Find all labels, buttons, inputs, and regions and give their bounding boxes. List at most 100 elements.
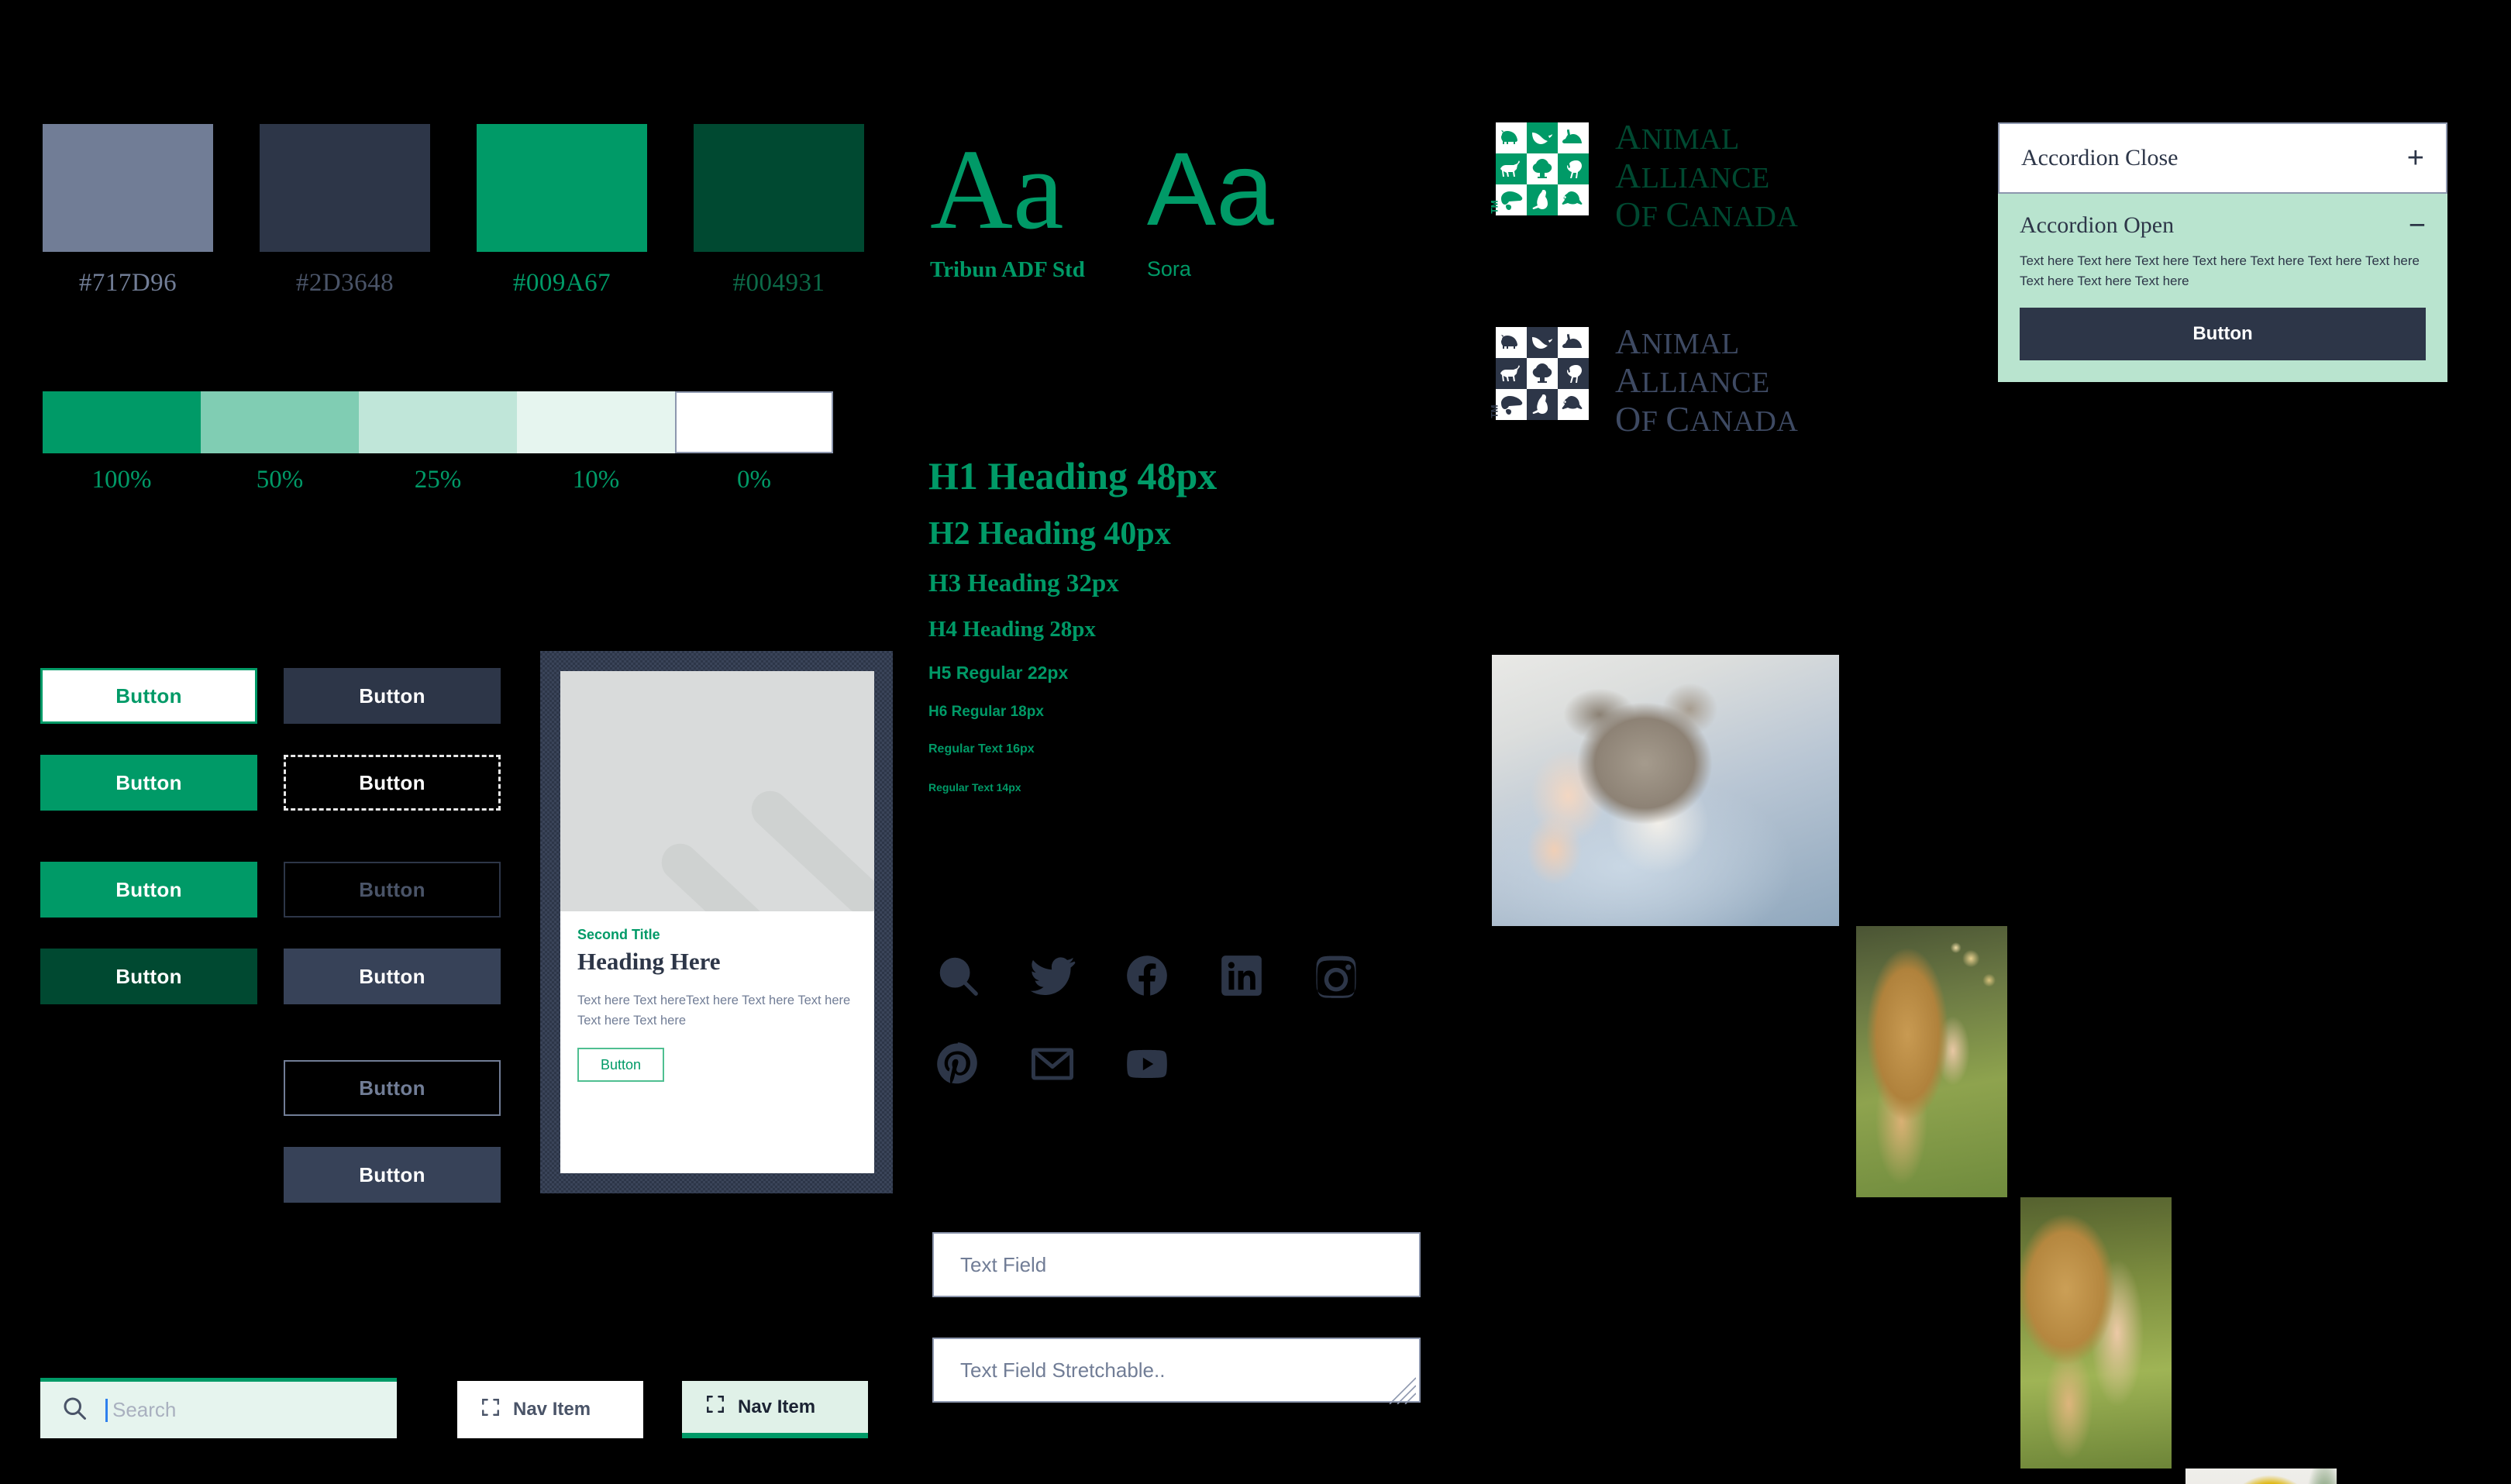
minus-icon[interactable]: − bbox=[2409, 211, 2426, 240]
card-image-placeholder bbox=[560, 671, 874, 911]
email-icon[interactable] bbox=[1028, 1040, 1123, 1092]
card-button[interactable]: Button bbox=[577, 1048, 664, 1083]
button-column-secondary-3: Button Button bbox=[284, 1060, 501, 1203]
swatch-hex-label: #004931 bbox=[732, 269, 825, 297]
specimen-font-name: Tribun ADF Std bbox=[930, 257, 1085, 282]
tint-label: 0% bbox=[737, 466, 771, 494]
logo-trademark: TM bbox=[1489, 200, 1500, 214]
card-heading: Heading Here bbox=[577, 948, 721, 975]
type-scale-h2: H2 Heading 40px bbox=[928, 516, 1171, 552]
logo-cell-rabbit bbox=[1558, 327, 1589, 358]
button-outline-green[interactable]: Button bbox=[40, 668, 257, 724]
button-filled-dark-green[interactable]: Button bbox=[40, 949, 257, 1004]
search-icon[interactable] bbox=[934, 952, 1028, 1004]
button-column-primary-2: Button Button bbox=[40, 862, 257, 1004]
accordion-button[interactable]: Button bbox=[2020, 307, 2426, 360]
tint-label: 25% bbox=[414, 466, 462, 494]
type-scale-regular-16: Regular Text 16px bbox=[928, 742, 1035, 756]
logo-navy: TM ANIMAL ALLIANCE OF CANADA bbox=[1490, 324, 1798, 437]
swatch: #004931 bbox=[694, 124, 864, 298]
button-filled-green[interactable]: Button bbox=[40, 755, 257, 811]
bracket-frame-icon bbox=[480, 1397, 501, 1423]
specimen-glyphs: Aa bbox=[1146, 132, 1274, 247]
text-field-placeholder: Text Field bbox=[960, 1252, 1047, 1276]
logo-cell-rat bbox=[1527, 389, 1558, 420]
swatch: #717D96 bbox=[43, 124, 213, 298]
button-filled-navy-2[interactable]: Button bbox=[284, 949, 501, 1004]
twitter-icon[interactable] bbox=[1028, 952, 1123, 1004]
icon-set bbox=[934, 934, 1407, 1107]
facebook-icon[interactable] bbox=[1123, 952, 1218, 1004]
tint-ramp-bar bbox=[43, 391, 833, 453]
gallery-photo-cat bbox=[1492, 655, 1839, 926]
logo-cell-tree bbox=[1527, 153, 1558, 184]
tint-cell bbox=[517, 391, 675, 453]
tint-label: 100% bbox=[91, 466, 152, 494]
gallery-photo-dog-paw-shake-2 bbox=[2020, 1197, 2172, 1469]
instagram-icon[interactable] bbox=[1312, 952, 1407, 1004]
logo-cell-goose bbox=[1527, 122, 1558, 153]
button-column-secondary: Button Button bbox=[284, 668, 501, 811]
swatch-hex-label: #009A67 bbox=[512, 269, 611, 297]
resize-handle-icon[interactable] bbox=[1385, 1376, 1416, 1404]
search-field[interactable]: Search bbox=[40, 1378, 397, 1438]
logo-green: TM ANIMAL ALLIANCE OF CANADA bbox=[1490, 117, 1799, 234]
type-scale-h6: H6 Regular 18px bbox=[928, 704, 1044, 720]
tint-cell bbox=[201, 391, 359, 453]
nav-item-default[interactable]: Nav Item bbox=[457, 1381, 643, 1438]
logo-line-3: OF CANADA bbox=[1615, 195, 1799, 234]
accordion: Accordion Close + Accordion Open − Text … bbox=[1998, 122, 2447, 382]
logo-line-1: ANIMAL bbox=[1615, 117, 1740, 157]
logo-line-3: OF CANADA bbox=[1615, 399, 1799, 439]
nav-item-label: Nav Item bbox=[513, 1399, 591, 1420]
type-scale-h3: H3 Heading 32px bbox=[928, 570, 1119, 597]
type-scale-h5: H5 Regular 22px bbox=[928, 663, 1069, 683]
font-specimen-sans: Aa Sora bbox=[1146, 132, 1274, 281]
button-filled-green-hover[interactable]: Button bbox=[40, 862, 257, 918]
card-eyebrow: Second Title bbox=[577, 927, 660, 942]
type-scale-h1: H1 Heading 48px bbox=[928, 454, 1218, 498]
content-card[interactable]: Second Title Heading Here Text here Text… bbox=[540, 651, 893, 1193]
logo-mark bbox=[1496, 327, 1589, 420]
button-dashed-outline[interactable]: Button bbox=[284, 755, 501, 811]
accordion-item-open[interactable]: Accordion Open − Text here Text here Tex… bbox=[1998, 194, 2447, 382]
button-filled-navy-3[interactable]: Button bbox=[284, 1147, 501, 1203]
accordion-open-header[interactable]: Accordion Open − bbox=[2020, 211, 2426, 240]
type-scale: H1 Heading 48px H2 Heading 40px H3 Headi… bbox=[928, 453, 1217, 794]
accordion-item-closed[interactable]: Accordion Close + bbox=[1998, 122, 2447, 194]
button-filled-navy[interactable]: Button bbox=[284, 668, 501, 724]
logo-cell-pig bbox=[1496, 122, 1527, 153]
color-palette: #717D96 #2D3648 #009A67 #004931 bbox=[43, 124, 864, 298]
nav-item-label: Nav Item bbox=[738, 1396, 816, 1417]
swatch-chip bbox=[477, 124, 647, 252]
logo-mark bbox=[1496, 122, 1589, 215]
youtube-icon[interactable] bbox=[1123, 1040, 1218, 1092]
specimen-glyphs: Aa bbox=[930, 126, 1064, 253]
text-field-stretchable-placeholder: Text Field Stretchable.. bbox=[960, 1358, 1166, 1382]
button-ghost-disabled-light[interactable]: Button bbox=[284, 1060, 501, 1116]
tint-ramp: 100% 50% 25% 10% 0% bbox=[43, 391, 833, 494]
pinterest-icon[interactable] bbox=[934, 1040, 1028, 1092]
logo-cell-beaver bbox=[1496, 184, 1527, 215]
swatch-chip bbox=[43, 124, 213, 252]
style-guide-canvas: #717D96 #2D3648 #009A67 #004931 100% 50%… bbox=[0, 0, 2511, 1484]
plus-icon[interactable]: + bbox=[2407, 143, 2424, 173]
tint-ramp-labels: 100% 50% 25% 10% 0% bbox=[43, 453, 833, 494]
nav-item-active[interactable]: Nav Item bbox=[682, 1381, 868, 1438]
accordion-body-text: Text here Text here Text here Text here … bbox=[2020, 253, 2420, 289]
swatch-chip bbox=[260, 124, 430, 252]
logo-cell-dog bbox=[1496, 153, 1527, 184]
linkedin-icon[interactable] bbox=[1218, 952, 1312, 1004]
logo-wordmark: ANIMAL ALLIANCE OF CANADA bbox=[1615, 324, 1798, 437]
text-field[interactable]: Text Field bbox=[932, 1232, 1421, 1297]
logo-trademark: TM bbox=[1489, 405, 1500, 418]
search-placeholder: Search bbox=[112, 1398, 177, 1421]
bracket-frame-icon bbox=[705, 1394, 725, 1420]
text-field-stretchable[interactable]: Text Field Stretchable.. bbox=[932, 1338, 1421, 1403]
type-scale-regular-14: Regular Text 14px bbox=[928, 781, 1021, 794]
swatch-hex-label: #717D96 bbox=[78, 269, 177, 297]
tint-label: 50% bbox=[256, 466, 304, 494]
button-ghost-disabled[interactable]: Button bbox=[284, 862, 501, 918]
button-column-secondary-2: Button Button bbox=[284, 862, 501, 1004]
logo-cell-goose bbox=[1527, 327, 1558, 358]
